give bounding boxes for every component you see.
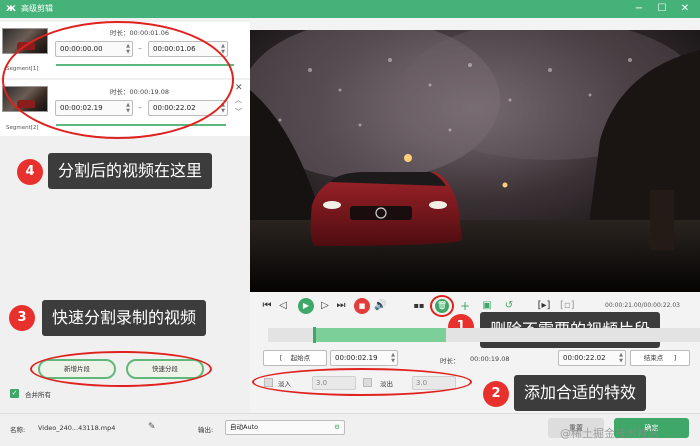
step-back-icon[interactable]: ◁ <box>278 298 288 314</box>
highlight-ellipse <box>30 351 212 387</box>
maximize-button[interactable]: ☐ <box>651 0 673 18</box>
output-select[interactable]: 自动Auto ⚙ <box>225 420 345 435</box>
set-start-button[interactable]: [ 起始点 <box>263 350 327 366</box>
highlight-circle <box>430 295 454 317</box>
annotation-number: 4 <box>17 159 43 185</box>
close-icon[interactable]: ✕ <box>235 83 243 93</box>
skip-end-icon[interactable]: ⏭ <box>336 298 346 314</box>
title-bar: ж 高级剪辑 − ☐ ✕ <box>0 0 700 18</box>
chevron-up-icon[interactable]: ︿ <box>235 95 242 105</box>
end-time-input[interactable]: 00:00:22.02 ▲ ▼ <box>558 350 626 366</box>
timeline-handle-start[interactable] <box>313 327 316 343</box>
annotation-label: 添加合适的特效 <box>514 375 647 411</box>
record-stop-button[interactable]: ■ <box>354 298 370 314</box>
annotation-number: 3 <box>9 305 35 331</box>
duration-label: 时长： <box>440 357 460 365</box>
duration-value: 00:00:19.08 <box>470 355 510 363</box>
merge-all-label: 合并所有 <box>25 391 51 399</box>
start-time-input[interactable]: 00:00:02.19 ▲ ▼ <box>330 350 398 366</box>
highlight-ellipse <box>2 21 234 139</box>
highlight-ellipse <box>252 368 472 396</box>
annotation-label: 分割后的视频在这里 <box>48 153 213 189</box>
minimize-button[interactable]: − <box>628 0 650 18</box>
split-icon[interactable]: ▪▪ <box>413 298 425 314</box>
annotation-label: 快速分割录制的视频 <box>42 300 207 336</box>
file-name: Video_240...43118.mp4 <box>38 424 116 432</box>
segment-label: Segment[2] <box>6 125 39 131</box>
window-title: 高级剪辑 <box>21 4 53 13</box>
close-button[interactable]: ✕ <box>674 0 696 18</box>
timeline-track[interactable] <box>268 327 700 343</box>
time-display: 00:00:21.00/00:00:22.03 <box>605 302 680 309</box>
add-icon[interactable]: + <box>459 298 471 314</box>
chevron-down-icon[interactable]: ﹀ <box>235 107 242 117</box>
video-preview[interactable] <box>250 30 700 292</box>
edit-icon[interactable]: ✎ <box>148 422 156 432</box>
video-frame <box>250 30 700 292</box>
merge-all-checkbox[interactable]: ✓ <box>10 389 19 398</box>
play-button[interactable]: ▶ <box>298 298 314 314</box>
output-label: 输出: <box>198 426 214 434</box>
skip-start-icon[interactable]: ⏮ <box>262 298 272 314</box>
name-label: 名称: <box>10 426 26 434</box>
app-logo-icon: ж <box>6 3 16 14</box>
set-end-button[interactable]: 结束点 ] <box>630 350 690 366</box>
timeline-selection <box>314 328 446 342</box>
step-forward-icon[interactable]: ▷ <box>320 298 330 314</box>
annotation-number: 2 <box>483 381 509 407</box>
volume-icon[interactable]: 🔊 <box>374 298 386 314</box>
watermark: @稀土掘金技术社区 <box>560 427 659 440</box>
